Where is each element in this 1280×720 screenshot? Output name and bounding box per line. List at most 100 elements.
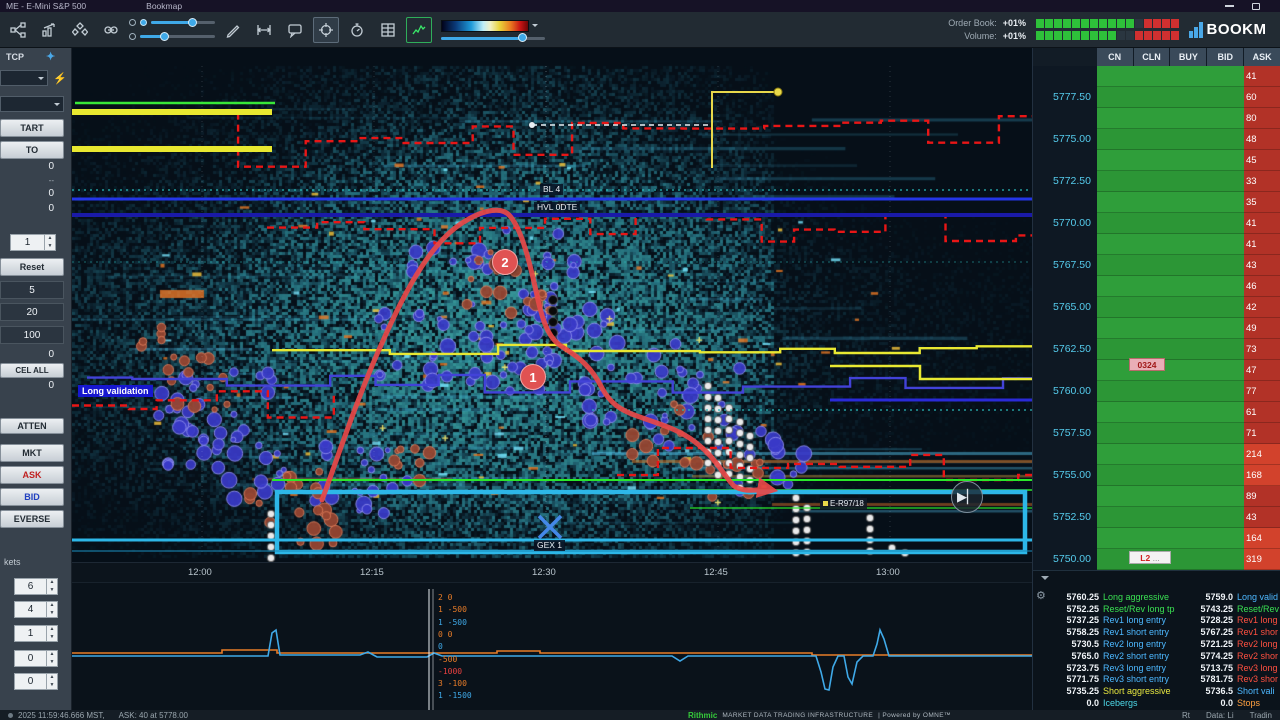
annotation-circle-2[interactable]: 2 <box>492 249 518 275</box>
volume-delta-panel[interactable]: 2 01 -5001 -5000 00-500-10003 -1001 -150… <box>72 582 1032 710</box>
step-down-icon[interactable]: ▼ <box>47 634 57 642</box>
stepper-arrows[interactable]: ▲▼ <box>46 651 57 666</box>
step-up-icon[interactable]: ▲ <box>47 579 57 587</box>
ladder-buy-cell[interactable] <box>1097 66 1244 87</box>
blocks-icon[interactable] <box>67 17 93 43</box>
cancel-all-button[interactable]: CEL ALL <box>0 363 64 378</box>
order-size-stepper[interactable]: 1 ▲▼ <box>10 234 56 251</box>
step-down-icon[interactable]: ▼ <box>45 243 55 251</box>
step-up-icon[interactable]: ▲ <box>47 602 57 610</box>
ladder-ask-cell[interactable]: 71 <box>1244 423 1280 444</box>
ladder-buy-cell[interactable] <box>1097 318 1244 339</box>
ladder-ask-cell[interactable]: 45 <box>1244 150 1280 171</box>
pencil-icon[interactable] <box>220 17 246 43</box>
ladder-buy-cell[interactable] <box>1097 234 1244 255</box>
measure-icon[interactable] <box>251 17 277 43</box>
ladder-ask-cell[interactable]: 73 <box>1244 339 1280 360</box>
ask-button[interactable]: ASK <box>0 466 64 484</box>
heatmap-opacity-slider[interactable] <box>151 21 215 24</box>
order-handle[interactable] <box>774 88 782 96</box>
step-up-icon[interactable]: ▲ <box>47 626 57 634</box>
ladder-buy-cell[interactable] <box>1097 486 1244 507</box>
layout-icon[interactable] <box>5 17 31 43</box>
ladder-buy-cell[interactable] <box>1097 108 1244 129</box>
stepper-arrows[interactable]: ▲▼ <box>46 674 57 689</box>
ladder-ask-cell[interactable]: 41 <box>1244 213 1280 234</box>
volume-bar[interactable] <box>1036 31 1179 40</box>
annotation-circle-1[interactable]: 1 <box>520 364 546 390</box>
ladder-buy-cell[interactable] <box>1097 402 1244 423</box>
bolt-icon[interactable]: ⚡ <box>53 72 67 85</box>
flatten-button[interactable]: ATTEN <box>0 418 64 434</box>
stopwatch-icon[interactable] <box>344 17 370 43</box>
order-book-bar[interactable] <box>1036 19 1179 28</box>
bracket-stepper-4[interactable]: 0▲▼ <box>14 650 58 667</box>
palette-range-slider[interactable] <box>441 37 545 40</box>
ladder-ask-cell[interactable]: 61 <box>1244 402 1280 423</box>
ladder-ask-cell[interactable]: 80 <box>1244 108 1280 129</box>
step-down-icon[interactable]: ▼ <box>47 682 57 690</box>
ladder-buy-cell[interactable] <box>1097 192 1244 213</box>
ladder-ask-cell[interactable]: 164 <box>1244 528 1280 549</box>
qty-preset-100[interactable]: 100 <box>0 326 64 344</box>
step-up-icon[interactable]: ▲ <box>45 235 55 243</box>
ladder-buy-cell[interactable] <box>1097 171 1244 192</box>
ladder-ask-cell[interactable]: 35 <box>1244 192 1280 213</box>
trades-grid-icon[interactable] <box>375 17 401 43</box>
ladder-ask-cell[interactable]: 319 <box>1244 549 1280 570</box>
gear-icon[interactable]: ⚙ <box>1036 589 1046 602</box>
ladder-ask-cell[interactable]: 168 <box>1244 465 1280 486</box>
step-up-icon[interactable]: ▲ <box>47 651 57 659</box>
ladder-ask-cell[interactable]: 33 <box>1244 171 1280 192</box>
ladder-buy-cell[interactable] <box>1097 339 1244 360</box>
ladder-ask-cell[interactable]: 41 <box>1244 234 1280 255</box>
ladder-buy-cell[interactable] <box>1097 444 1244 465</box>
crosshair-icon[interactable] <box>313 17 339 43</box>
chevron-down-icon[interactable] <box>1041 576 1049 584</box>
ladder-buy-cell[interactable] <box>1097 465 1244 486</box>
chart-columns-icon[interactable] <box>36 17 62 43</box>
instrument-combo[interactable] <box>0 70 48 86</box>
ladder-ask-cell[interactable]: 60 <box>1244 87 1280 108</box>
ladder-buy-cell[interactable] <box>1097 87 1244 108</box>
ladder-ask-cell[interactable]: 42 <box>1244 297 1280 318</box>
ladder-buy-cell[interactable] <box>1097 297 1244 318</box>
ladder-buy-cell[interactable] <box>1097 255 1244 276</box>
stepper-arrows[interactable]: ▲▼ <box>46 579 57 594</box>
ladder-ask-cell[interactable]: 49 <box>1244 318 1280 339</box>
step-down-icon[interactable]: ▼ <box>47 659 57 667</box>
ladder-buy-cell[interactable] <box>1097 213 1244 234</box>
link-icon[interactable] <box>98 17 124 43</box>
chevron-down-icon[interactable] <box>532 24 538 30</box>
ladder-ask-cell[interactable]: 214 <box>1244 444 1280 465</box>
stepper-arrows[interactable]: ▲▼ <box>46 626 57 641</box>
stepper-arrows[interactable]: ▲▼ <box>46 602 57 617</box>
ladder-ask-cell[interactable]: 41 <box>1244 66 1280 87</box>
ladder-buy-cell[interactable] <box>1097 507 1244 528</box>
volume-profile-icon[interactable] <box>406 17 432 43</box>
minimize-button[interactable] <box>1225 5 1234 7</box>
strategy-combo[interactable] <box>0 96 64 112</box>
qty-preset-20[interactable]: 20 <box>0 303 64 321</box>
ladder-header-cln[interactable]: CLN <box>1134 48 1170 66</box>
reverse-button[interactable]: EVERSE <box>0 510 64 528</box>
auto-button[interactable]: TO <box>0 141 64 159</box>
ladder-buy-cell[interactable] <box>1097 423 1244 444</box>
ladder-ask-cell[interactable]: 43 <box>1244 507 1280 528</box>
ladder-header-ask[interactable]: ASK <box>1244 48 1280 66</box>
bid-button[interactable]: BID <box>0 488 64 506</box>
ladder-ask-cell[interactable]: 77 <box>1244 381 1280 402</box>
ladder-header-buy[interactable]: BUY <box>1170 48 1206 66</box>
ladder-ask-cell[interactable]: 48 <box>1244 129 1280 150</box>
ladder-ask-cell[interactable]: 46 <box>1244 276 1280 297</box>
stepper-arrows[interactable]: ▲▼ <box>44 235 55 250</box>
ladder-buy-cell[interactable] <box>1097 381 1244 402</box>
ladder-buy-cell[interactable] <box>1097 528 1244 549</box>
heatmap-chart[interactable]: BL 4 HVL 0DTE GEX 1 Long validation E-R9… <box>72 48 1032 562</box>
chat-icon[interactable] <box>282 17 308 43</box>
ladder-header-cn[interactable]: CN <box>1097 48 1133 66</box>
ladder-buy-cell[interactable] <box>1097 360 1244 381</box>
ladder-ask-cell[interactable]: 47 <box>1244 360 1280 381</box>
ladder-buy-cell[interactable] <box>1097 129 1244 150</box>
ladder-header-bid[interactable]: BID <box>1207 48 1243 66</box>
